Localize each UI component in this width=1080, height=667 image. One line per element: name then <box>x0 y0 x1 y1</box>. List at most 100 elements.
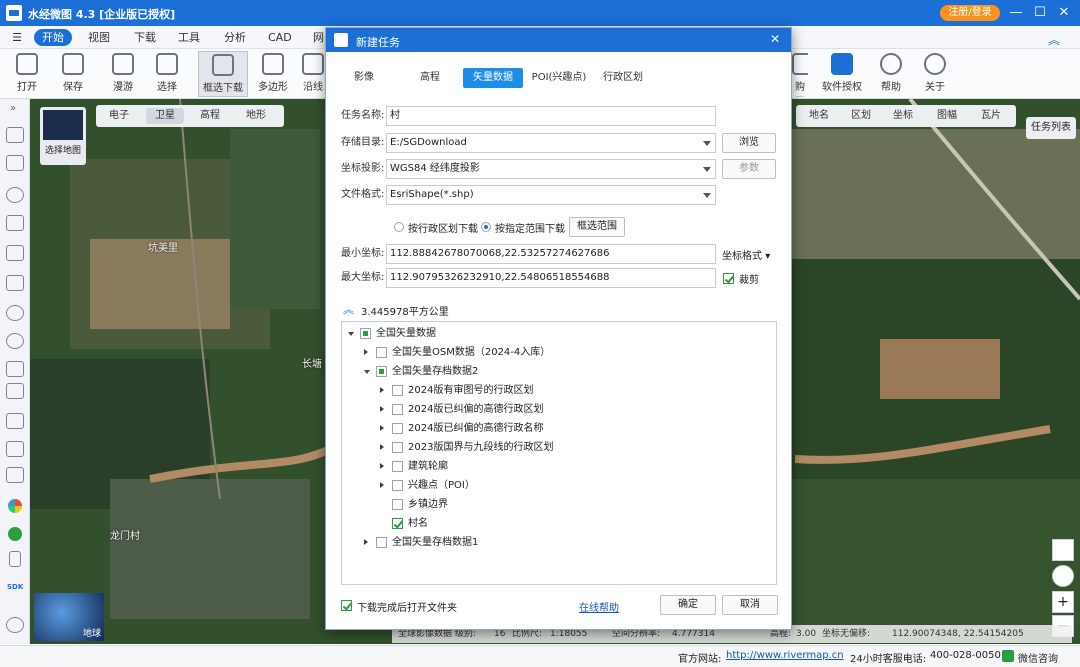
chevron-right-icon[interactable] <box>380 406 384 412</box>
coord-format-dropdown[interactable]: 坐标格式 ▾ <box>722 247 770 262</box>
fullscreen-icon[interactable] <box>1052 539 1074 561</box>
menu-tools[interactable]: 工具 <box>178 29 200 46</box>
color-wheel-icon[interactable] <box>8 499 22 513</box>
pan-button[interactable]: 漫游 <box>106 51 140 97</box>
menu-cad[interactable]: CAD <box>268 29 292 46</box>
chevron-right-icon[interactable] <box>364 539 368 545</box>
open-folder-checkbox[interactable] <box>341 600 352 611</box>
tab-vector[interactable]: 矢量数据 <box>463 68 523 88</box>
tab-admin[interactable]: 行政区划 <box>598 68 648 88</box>
box-download-button[interactable]: 框选下载 <box>198 51 248 97</box>
map-tab-electronic[interactable]: 电子 <box>102 108 136 124</box>
register-login-button[interactable]: 注册/登录 <box>940 5 1000 21</box>
tree-node-checkbox[interactable] <box>376 366 387 377</box>
text-tool-icon[interactable] <box>6 361 24 377</box>
tree-node[interactable]: 2024版已纠偏的高德行政名称 <box>342 419 776 438</box>
layer-tool-icon[interactable] <box>6 413 24 429</box>
about-button[interactable]: 关于 <box>918 51 952 97</box>
chevron-right-icon[interactable] <box>380 444 384 450</box>
menu-start[interactable]: 开始 <box>34 29 72 46</box>
minimize-button[interactable]: — <box>1006 4 1026 22</box>
hand-tool-icon[interactable] <box>6 127 24 143</box>
tree-node-checkbox[interactable] <box>392 499 403 510</box>
menu-view[interactable]: 视图 <box>88 29 110 46</box>
max-coord-input[interactable]: 112.90795326232910,22.54806518554688 <box>386 268 716 288</box>
chevron-right-icon[interactable] <box>380 463 384 469</box>
open-button[interactable]: 打开 <box>10 51 44 97</box>
tree-node[interactable]: 全国矢量数据 <box>342 324 776 343</box>
tree-node-checkbox[interactable] <box>376 347 387 358</box>
elevation-tool-icon[interactable] <box>6 441 24 457</box>
format-select[interactable]: EsriShape(*.shp) <box>386 185 716 205</box>
tree-node-checkbox[interactable] <box>360 328 371 339</box>
circle-tool-icon[interactable] <box>6 305 24 321</box>
tool-tab-tile[interactable]: 瓦片 <box>974 108 1008 124</box>
tool-tab-placename[interactable]: 地名 <box>802 108 836 124</box>
tree-node[interactable]: 2023版国界与九段线的行政区划 <box>342 438 776 457</box>
select-map-button[interactable]: 选择地图 <box>40 107 86 165</box>
sector-tool-icon[interactable] <box>6 333 24 349</box>
tool-tab-district[interactable]: 区划 <box>844 108 878 124</box>
zoom-in-icon[interactable]: + <box>1052 591 1074 613</box>
projection-select[interactable]: WGS84 经纬度投影 <box>386 159 716 179</box>
chevron-down-icon[interactable] <box>348 332 354 336</box>
collapse-ribbon-icon[interactable]: ︽ <box>1048 31 1060 48</box>
select-button[interactable]: 选择 <box>150 51 184 97</box>
tree-node[interactable]: 全国矢量存档数据1 <box>342 533 776 552</box>
tree-node[interactable]: 兴趣点（POI） <box>342 476 776 495</box>
tool-tab-coordinate[interactable]: 坐标 <box>886 108 920 124</box>
ok-button[interactable]: 确定 <box>660 595 716 615</box>
help-button[interactable]: 帮助 <box>874 51 908 97</box>
polygon-tool-icon[interactable] <box>6 275 24 291</box>
locate-icon[interactable] <box>1052 565 1074 587</box>
link-icon[interactable] <box>8 527 22 541</box>
menu-network[interactable]: 网 <box>313 29 324 46</box>
map-tab-terrain[interactable]: 地形 <box>236 108 276 124</box>
tree-node[interactable]: 建筑轮廓 <box>342 457 776 476</box>
tab-poi[interactable]: POI(兴趣点) <box>528 68 590 88</box>
measure-tool-icon[interactable] <box>6 383 24 399</box>
marker-tool-icon[interactable] <box>6 187 24 203</box>
phone-icon[interactable] <box>9 551 21 567</box>
tree-node-checkbox[interactable] <box>392 480 403 491</box>
tab-imagery[interactable]: 影像 <box>346 68 382 88</box>
params-button[interactable]: 参数 <box>722 159 776 179</box>
chevron-right-icon[interactable] <box>380 425 384 431</box>
tree-node-checkbox[interactable] <box>376 537 387 548</box>
chevron-down-icon[interactable] <box>364 370 370 374</box>
website-link[interactable]: http://www.rivermap.cn <box>726 650 844 661</box>
tree-node-checkbox[interactable] <box>392 385 403 396</box>
chevron-right-icon[interactable] <box>380 482 384 488</box>
globe-button[interactable]: 地球 <box>34 593 104 641</box>
tool-tab-sheet[interactable]: 图幅 <box>930 108 964 124</box>
mode-admin-radio[interactable] <box>394 222 404 232</box>
profile-tool-icon[interactable] <box>6 467 24 483</box>
crop-checkbox[interactable] <box>723 273 734 284</box>
help-circle-icon[interactable] <box>6 617 24 633</box>
chevron-right-icon[interactable] <box>364 349 368 355</box>
cancel-button[interactable]: 取消 <box>722 595 778 615</box>
menu-analysis[interactable]: 分析 <box>224 29 246 46</box>
dir-select[interactable]: E:/SGDownload <box>386 133 716 153</box>
wechat-link[interactable]: 微信咨询 <box>1018 650 1058 665</box>
map-tab-satellite[interactable]: 卫星 <box>146 108 184 124</box>
task-name-input[interactable]: 村 <box>386 106 716 126</box>
maximize-button[interactable]: ☐ <box>1030 4 1050 22</box>
polyline-tool-icon[interactable] <box>6 215 24 231</box>
tab-elevation[interactable]: 高程 <box>412 68 448 88</box>
collapse-area-icon[interactable]: ︽ <box>343 301 354 317</box>
save-button[interactable]: 保存 <box>56 51 90 97</box>
tree-node[interactable]: 2024版有审图号的行政区划 <box>342 381 776 400</box>
chevron-right-icon[interactable] <box>380 387 384 393</box>
tree-node[interactable]: 全国矢量OSM数据（2024-4入库） <box>342 343 776 362</box>
task-list-button[interactable]: 任务列表 <box>1026 117 1076 139</box>
rectangle-tool-icon[interactable] <box>6 245 24 261</box>
tree-node-checkbox[interactable] <box>392 423 403 434</box>
tree-node-checkbox[interactable] <box>392 461 403 472</box>
mode-range-radio[interactable] <box>481 222 491 232</box>
tree-node[interactable]: 村名 <box>342 514 776 533</box>
hamburger-menu-icon[interactable]: ☰ <box>8 29 26 46</box>
expand-icon[interactable]: » <box>10 103 16 114</box>
sdk-icon[interactable]: SDK <box>7 583 23 591</box>
tree-node-checkbox[interactable] <box>392 442 403 453</box>
